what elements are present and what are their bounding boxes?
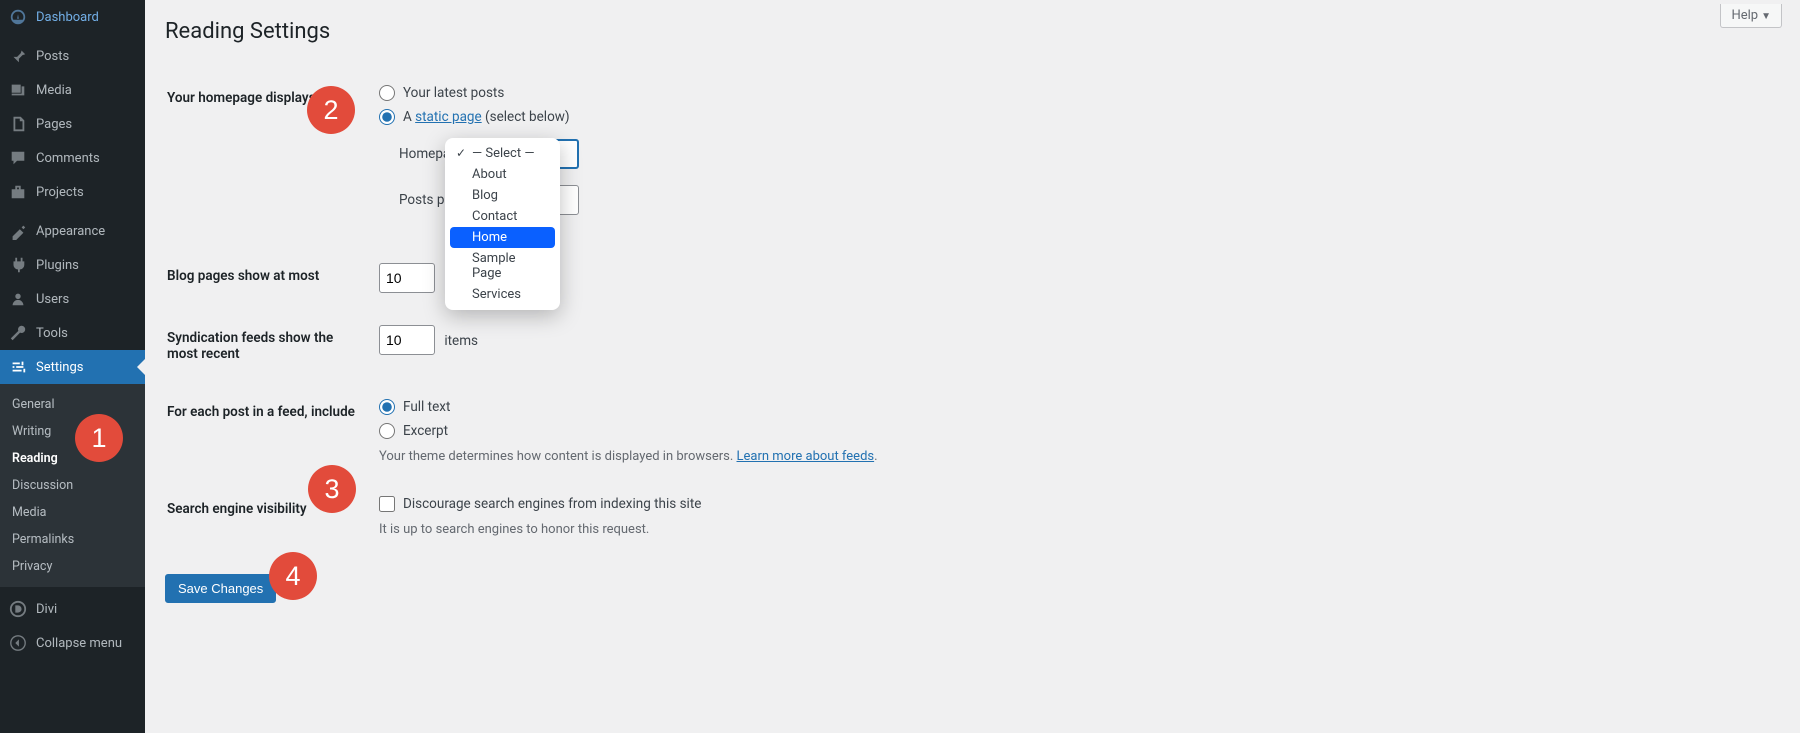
dropdown-option[interactable]: Services — [450, 284, 555, 305]
submenu-item-reading[interactable]: Reading — [0, 445, 145, 472]
blog-pages-input[interactable] — [379, 263, 435, 293]
learn-more-feeds-link[interactable]: Learn more about feeds — [737, 449, 875, 464]
radio-label-latest[interactable]: Your latest posts — [403, 85, 504, 101]
annotation-badge-3: 3 — [308, 465, 356, 513]
sidebar-label: Appearance — [36, 224, 105, 239]
sidebar-item-divi[interactable]: Divi — [0, 592, 145, 626]
sidebar-label: Tools — [36, 326, 68, 341]
collapse-label: Collapse menu — [36, 636, 122, 651]
sidebar-label: Posts — [36, 49, 69, 64]
sidebar-label: Pages — [36, 117, 72, 132]
sidebar-item-posts[interactable]: Posts — [0, 39, 145, 73]
submenu-item-media[interactable]: Media — [0, 499, 145, 526]
divi-icon — [8, 599, 28, 619]
discourage-search-label[interactable]: Discourage search engines from indexing … — [403, 496, 701, 512]
tools-icon — [8, 323, 28, 343]
users-icon — [8, 289, 28, 309]
homepage-select-dropdown[interactable]: — Select —AboutBlogContactHomeSample Pag… — [445, 138, 560, 310]
static-page-link[interactable]: static page — [415, 109, 482, 125]
sidebar-label: Media — [36, 83, 72, 98]
dashboard-icon — [8, 7, 28, 27]
projects-icon — [8, 182, 28, 202]
collapse-menu[interactable]: Collapse menu — [0, 626, 145, 660]
sidebar-item-plugins[interactable]: Plugins — [0, 248, 145, 282]
annotation-badge-4: 4 — [269, 552, 317, 600]
radio-label-static[interactable]: A static page (select below) — [403, 109, 570, 125]
sidebar-label: Dashboard — [36, 10, 99, 25]
sidebar-item-settings[interactable]: Settings — [0, 350, 145, 384]
dropdown-option[interactable]: Blog — [450, 185, 555, 206]
page-title: Reading Settings — [165, 10, 1780, 48]
sidebar-item-tools[interactable]: Tools — [0, 316, 145, 350]
field-label-blog-pages: Blog pages show at most — [167, 248, 367, 308]
sidebar-item-users[interactable]: Users — [0, 282, 145, 316]
pin-icon — [8, 46, 28, 66]
collapse-icon — [8, 633, 28, 653]
admin-sidebar: Dashboard Posts Media Pages Comments Pro… — [0, 0, 145, 733]
settings-icon — [8, 357, 28, 377]
syndication-input[interactable] — [379, 325, 435, 355]
discourage-search-checkbox[interactable] — [379, 496, 395, 512]
dropdown-option[interactable]: Home — [450, 227, 555, 248]
media-icon — [8, 80, 28, 100]
appearance-icon — [8, 221, 28, 241]
save-changes-button[interactable]: Save Changes — [165, 574, 276, 603]
sidebar-item-projects[interactable]: Projects — [0, 175, 145, 209]
sidebar-label: Projects — [36, 185, 84, 200]
settings-form: Your homepage displays Your latest posts… — [165, 68, 1780, 554]
dropdown-option[interactable]: Sample Page — [450, 248, 555, 284]
submenu-item-discussion[interactable]: Discussion — [0, 472, 145, 499]
radio-latest-posts[interactable] — [379, 85, 395, 101]
search-engine-desc: It is up to search engines to honor this… — [379, 522, 1768, 537]
feed-description: Your theme determines how content is dis… — [379, 449, 1768, 464]
submenu-item-permalinks[interactable]: Permalinks — [0, 526, 145, 553]
help-button[interactable]: Help▼ — [1720, 4, 1782, 28]
sidebar-item-appearance[interactable]: Appearance — [0, 214, 145, 248]
annotation-badge-1: 1 — [75, 414, 123, 462]
submenu-item-writing[interactable]: Writing — [0, 418, 145, 445]
dropdown-option[interactable]: — Select — — [450, 143, 555, 164]
submenu-item-privacy[interactable]: Privacy — [0, 553, 145, 580]
settings-submenu: General Writing Reading Discussion Media… — [0, 384, 145, 587]
sidebar-item-pages[interactable]: Pages — [0, 107, 145, 141]
sidebar-item-comments[interactable]: Comments — [0, 141, 145, 175]
comments-icon — [8, 148, 28, 168]
dropdown-option[interactable]: About — [450, 164, 555, 185]
radio-full-text[interactable] — [379, 399, 395, 415]
sidebar-label: Users — [36, 292, 69, 307]
field-label-syndication: Syndication feeds show the most recent — [167, 310, 367, 382]
sidebar-label: Settings — [36, 360, 83, 375]
sidebar-label: Plugins — [36, 258, 79, 273]
main-content: Help▼ Reading Settings Your homepage dis… — [145, 0, 1800, 733]
submenu-item-general[interactable]: General — [0, 391, 145, 418]
radio-label-excerpt[interactable]: Excerpt — [403, 423, 448, 439]
sidebar-label: Comments — [36, 151, 100, 166]
radio-label-full-text[interactable]: Full text — [403, 399, 450, 415]
sidebar-label: Divi — [36, 602, 57, 617]
radio-excerpt[interactable] — [379, 423, 395, 439]
help-label: Help — [1731, 8, 1758, 23]
pages-icon — [8, 114, 28, 134]
sidebar-item-dashboard[interactable]: Dashboard — [0, 0, 145, 34]
dropdown-option[interactable]: Contact — [450, 206, 555, 227]
plugins-icon — [8, 255, 28, 275]
annotation-badge-2: 2 — [307, 86, 355, 134]
sidebar-item-media[interactable]: Media — [0, 73, 145, 107]
syndication-suffix: items — [444, 333, 478, 349]
radio-static-page[interactable] — [379, 109, 395, 125]
chevron-down-icon: ▼ — [1761, 11, 1771, 22]
